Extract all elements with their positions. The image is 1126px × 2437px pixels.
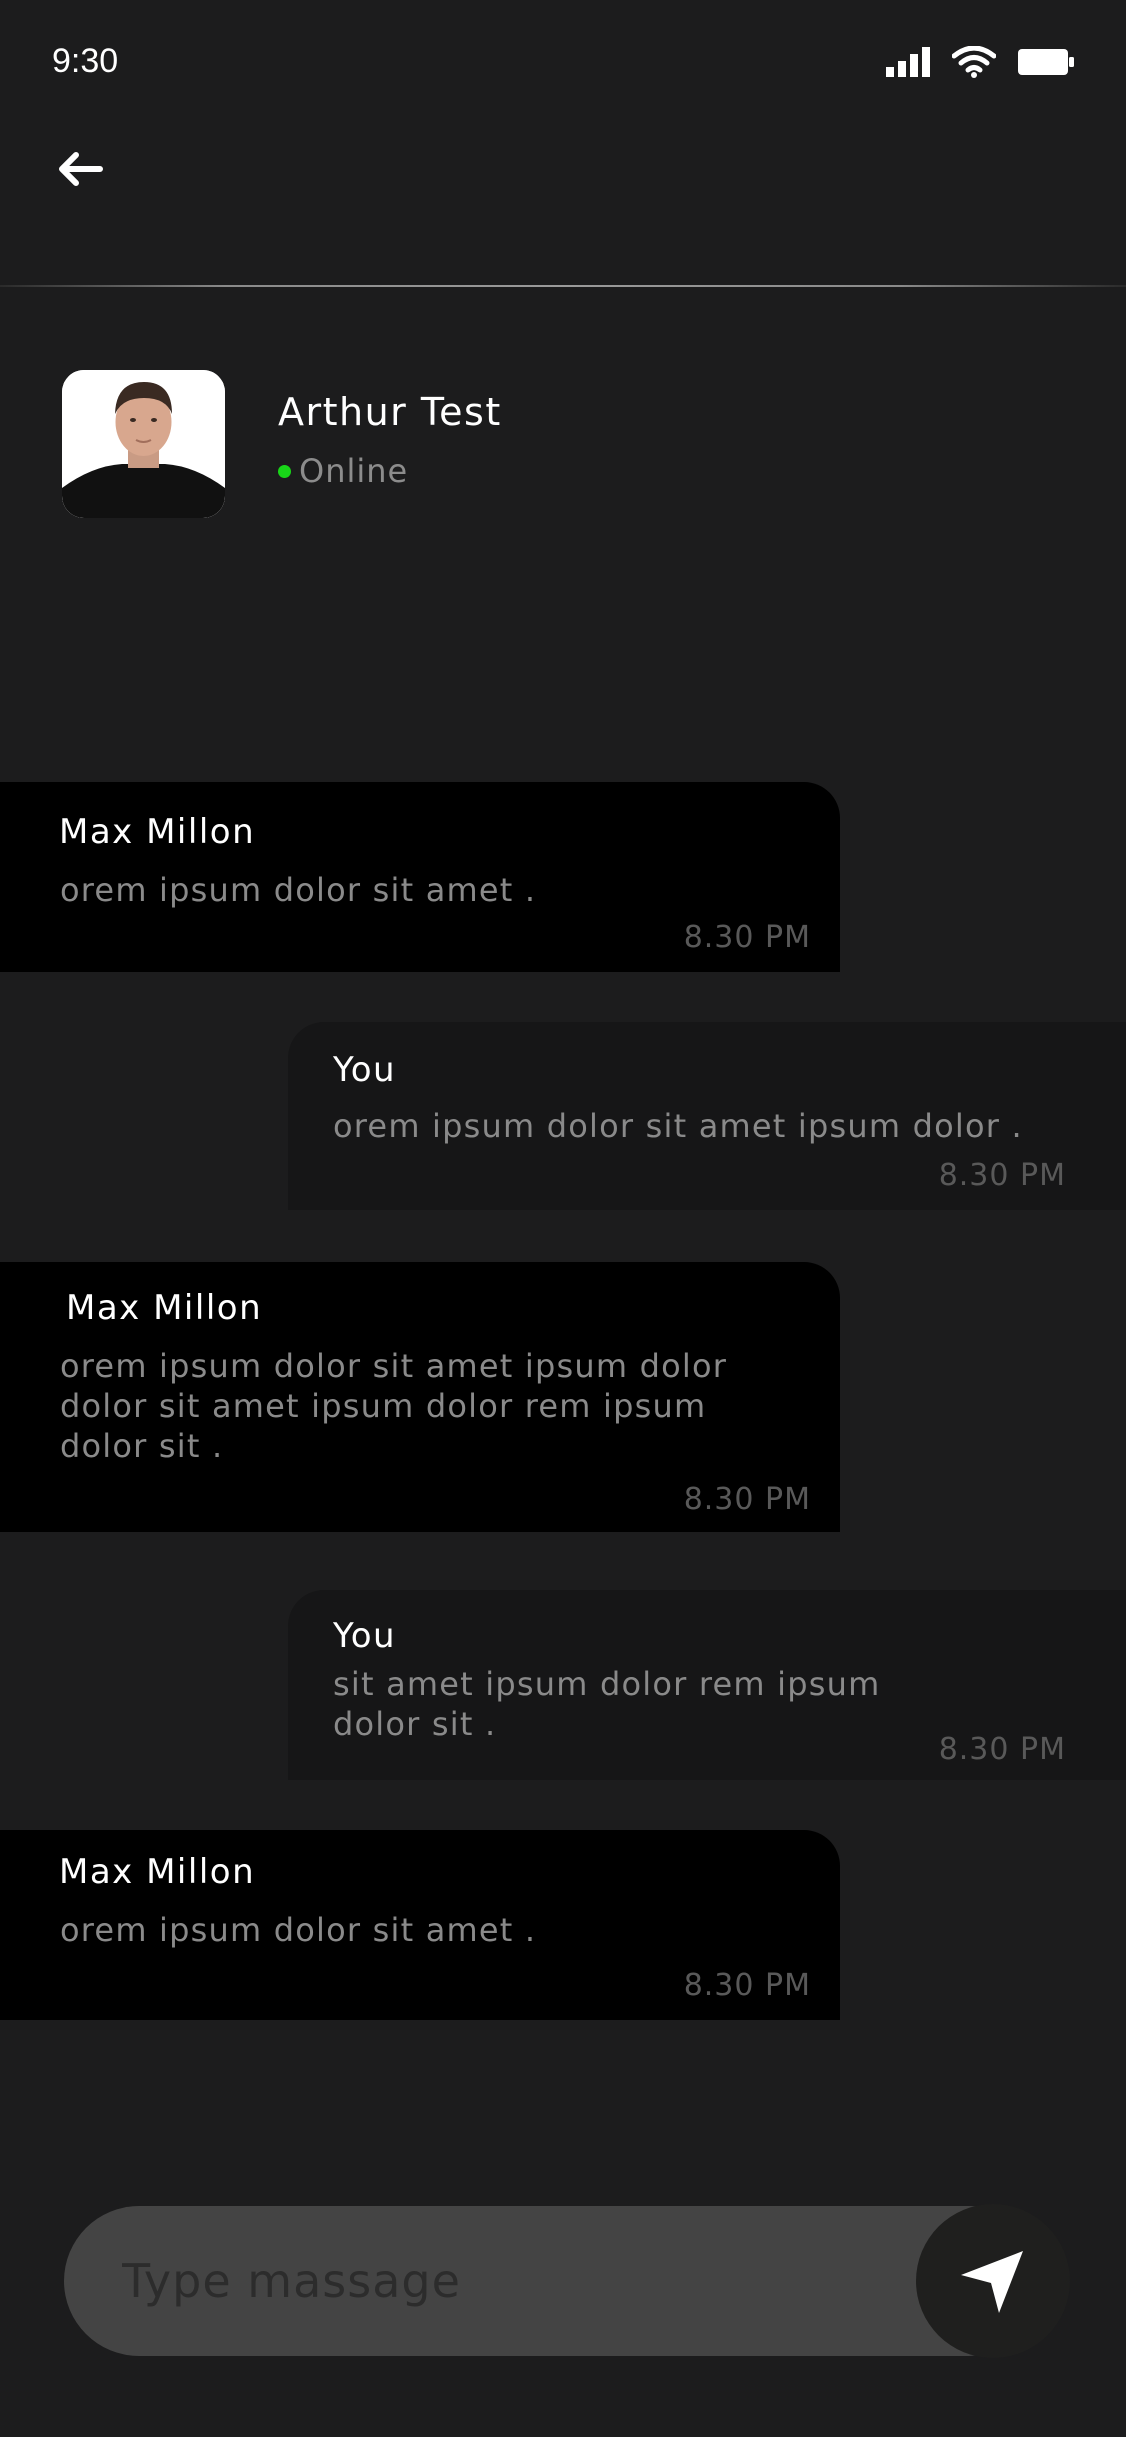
contact-name: Arthur Test <box>278 390 502 434</box>
status-icons <box>886 46 1074 78</box>
message-text-line: dolor sit . <box>60 1427 224 1465</box>
message-input[interactable] <box>122 2241 882 2321</box>
message-bubble-received[interactable]: Max Millon orem ipsum dolor sit amet . 8… <box>0 782 840 972</box>
send-icon <box>961 2251 1023 2313</box>
send-button[interactable] <box>916 2204 1070 2358</box>
message-bubble-received[interactable]: Max Millon orem ipsum dolor sit amet ips… <box>0 1262 840 1532</box>
online-status-icon <box>278 464 291 478</box>
message-time: 8.30 PM <box>683 1968 811 2003</box>
message-time: 8.30 PM <box>683 920 811 955</box>
header-divider <box>0 285 1126 287</box>
message-sender: Max Millon <box>59 1852 256 1892</box>
message-text-line: dolor sit . <box>333 1705 497 1743</box>
battery-icon <box>1018 49 1074 75</box>
message-sender: Max Millon <box>66 1288 263 1328</box>
message-text-line: dolor sit amet ipsum dolor rem ipsum <box>60 1387 707 1425</box>
message-bubble-sent[interactable]: You sit amet ipsum dolor rem ipsum dolor… <box>288 1590 1126 1780</box>
message-time: 8.30 PM <box>938 1158 1066 1193</box>
message-composer <box>64 2206 1044 2356</box>
message-time: 8.30 PM <box>938 1732 1066 1767</box>
message-sender: You <box>333 1050 397 1090</box>
message-text-line: sit amet ipsum dolor rem ipsum <box>333 1665 881 1703</box>
contact-status-text: Online <box>299 452 409 490</box>
status-time: 9:30 <box>52 42 119 80</box>
avatar[interactable] <box>62 370 225 518</box>
wifi-icon <box>952 46 996 78</box>
message-text-line: orem ipsum dolor sit amet . <box>60 1911 537 1949</box>
message-text-line: orem ipsum dolor sit amet ipsum dolor <box>60 1347 728 1385</box>
message-sender: You <box>333 1616 397 1656</box>
status-bar: 9:30 <box>0 0 1126 120</box>
message-text-line: orem ipsum dolor sit amet . <box>60 871 537 909</box>
message-sender: Max Millon <box>59 812 256 852</box>
profile-photo-icon <box>62 370 225 518</box>
message-bubble-sent[interactable]: You orem ipsum dolor sit amet ipsum dolo… <box>288 1022 1126 1210</box>
contact-status: Online <box>278 452 408 490</box>
back-button[interactable] <box>52 144 112 194</box>
signal-icon <box>886 47 930 77</box>
message-bubble-received[interactable]: Max Millon orem ipsum dolor sit amet . 8… <box>0 1830 840 2020</box>
back-arrow-icon <box>59 152 103 186</box>
message-time: 8.30 PM <box>683 1482 811 1517</box>
message-text-line: orem ipsum dolor sit amet ipsum dolor . <box>333 1107 1023 1145</box>
